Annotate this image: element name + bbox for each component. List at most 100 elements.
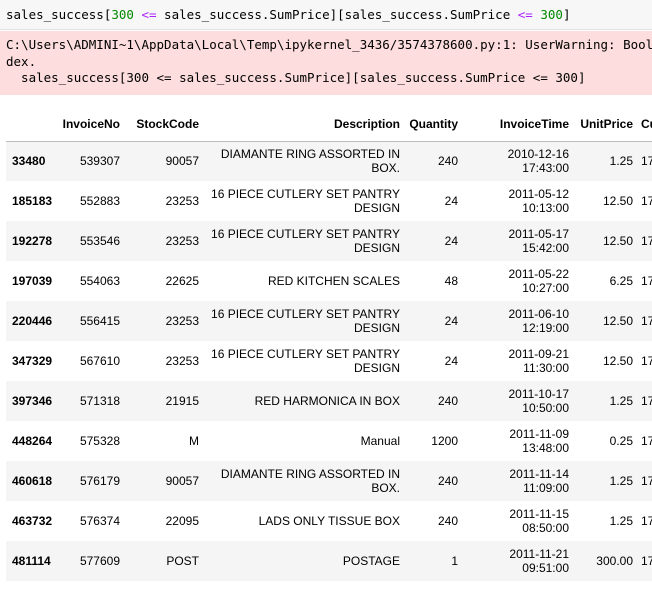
table-cell: 2011-06-10 12:19:00 bbox=[508, 307, 570, 335]
row-index: 448264 bbox=[12, 434, 53, 448]
row-index: 460618 bbox=[12, 474, 53, 488]
table-cell: 2011-10-17 10:50:00 bbox=[508, 387, 570, 415]
table-cell: LADS ONLY TISSUE BOX bbox=[258, 514, 400, 528]
table-cell: 22625 bbox=[165, 274, 199, 288]
table-cell: 300.00 bbox=[596, 554, 633, 568]
table-cell: 24 bbox=[444, 354, 458, 368]
table-cell: 240 bbox=[437, 394, 458, 408]
table-cell: 17511 bbox=[641, 234, 652, 248]
table-cell: 1.25 bbox=[609, 394, 633, 408]
table-cell: 576179 bbox=[79, 474, 120, 488]
table-cell: 1.25 bbox=[609, 154, 633, 169]
row-index: 192278 bbox=[12, 234, 53, 248]
code-token: sales_success[ bbox=[6, 7, 112, 22]
table-cell: 17511 bbox=[641, 434, 652, 448]
table-cell: 240 bbox=[437, 154, 458, 169]
table-cell: 554063 bbox=[79, 274, 120, 288]
table-cell: 240 bbox=[437, 474, 458, 488]
column-header-stockcode: StockCode bbox=[124, 108, 203, 142]
table-cell: 571318 bbox=[79, 394, 120, 408]
table-cell: 12.50 bbox=[602, 354, 633, 368]
table-cell: 16 PIECE CUTLERY SET PANTRY DESIGN bbox=[211, 347, 400, 375]
table-cell: 12.50 bbox=[602, 194, 633, 208]
index-header bbox=[6, 108, 58, 142]
table-cell: RED HARMONICA IN BOX bbox=[254, 394, 400, 408]
table-cell: 22095 bbox=[165, 514, 199, 528]
table-cell: DIAMANTE RING ASSORTED IN BOX. bbox=[220, 467, 400, 495]
row-index: 347329 bbox=[12, 354, 53, 368]
warning-text: C:\Users\ADMINI~1\AppData\Local\Temp\ipy… bbox=[6, 37, 652, 85]
table-cell: 576374 bbox=[79, 514, 120, 528]
table-cell: 23253 bbox=[165, 354, 199, 368]
table-cell: 6.25 bbox=[609, 274, 633, 288]
table-cell: 17511 bbox=[641, 154, 652, 169]
table-cell: M bbox=[189, 434, 199, 448]
table-row: 397346 571318 21915 RED HARMONICA IN BOX 240… bbox=[6, 381, 652, 421]
table-cell: 17511 bbox=[641, 314, 652, 328]
table-cell: 0.25 bbox=[609, 434, 633, 448]
table-row: 33480 539307 90057 DIAMANTE RING ASSORTED I… bbox=[6, 141, 652, 181]
table-body: 33480 539307 90057 DIAMANTE RING ASSORTED I… bbox=[6, 141, 652, 581]
table-header-row: InvoiceNo StockCode Description Quantity… bbox=[6, 108, 652, 142]
table-cell: 2011-11-14 11:09:00 bbox=[509, 467, 569, 495]
code-token: 300 bbox=[540, 7, 563, 22]
table-cell: 2010-12-16 17:43:00 bbox=[507, 147, 569, 176]
table-cell: 1.25 bbox=[609, 474, 633, 488]
table-row: 460618 576179 90057 DIAMANTE RING ASSORTED … bbox=[6, 461, 652, 501]
row-index: 185183 bbox=[12, 194, 53, 208]
row-index: 397346 bbox=[12, 394, 53, 408]
code-token: ] bbox=[562, 7, 571, 22]
table-row: 463732 576374 22095 LADS ONLY TISSUE BOX 240… bbox=[6, 501, 652, 541]
table-cell: 24 bbox=[444, 194, 458, 208]
table-cell: 23253 bbox=[165, 194, 199, 208]
table-cell: 17511 bbox=[641, 394, 652, 408]
column-header-customerid: CustomerID bbox=[637, 108, 652, 142]
table-row: 197039 554063 22625 RED KITCHEN SCALES 48 201… bbox=[6, 261, 652, 301]
table-cell: 2011-11-15 08:50:00 bbox=[509, 507, 569, 535]
table-cell: 539307 bbox=[79, 154, 120, 169]
column-header-unitprice: UnitPrice bbox=[573, 108, 637, 142]
table-cell: 17511 bbox=[641, 274, 652, 288]
table-cell: 240 bbox=[437, 514, 458, 528]
table-cell: 2011-05-22 10:27:00 bbox=[508, 267, 570, 295]
row-index: 463732 bbox=[12, 514, 53, 528]
table-cell: 2011-05-12 10:13:00 bbox=[508, 187, 570, 215]
table-cell: 17511 bbox=[641, 194, 652, 208]
column-header-description: Description bbox=[203, 108, 404, 142]
table-cell: 16 PIECE CUTLERY SET PANTRY DESIGN bbox=[211, 307, 400, 335]
table-cell: RED KITCHEN SCALES bbox=[267, 274, 400, 288]
table-cell: 16 PIECE CUTLERY SET PANTRY DESIGN bbox=[211, 187, 400, 215]
dataframe-output: InvoiceNo StockCode Description Quantity… bbox=[6, 108, 652, 581]
table-cell: 1.25 bbox=[609, 514, 633, 528]
code-token: 300 bbox=[111, 7, 134, 22]
code-cell[interactable]: sales_success[300 <= sales_success.SumPr… bbox=[0, 0, 652, 30]
table-cell: 12.50 bbox=[602, 314, 633, 328]
table-cell: 17511 bbox=[641, 514, 652, 528]
table-cell: 2011-11-21 09:51:00 bbox=[509, 547, 569, 575]
table-cell: 567610 bbox=[79, 354, 120, 368]
row-index: 33480 bbox=[12, 154, 46, 169]
table-cell: 556415 bbox=[79, 314, 120, 328]
table-cell: Manual bbox=[360, 434, 400, 448]
table-cell: 553546 bbox=[79, 234, 120, 248]
table-cell: 17511 bbox=[641, 474, 652, 488]
table-row: 220446 556415 23253 16 PIECE CUTLERY SET PA… bbox=[6, 301, 652, 341]
column-header-invoiceno: InvoiceNo bbox=[58, 108, 124, 142]
column-header-invoicetime: InvoiceTime bbox=[462, 108, 573, 142]
table-cell: 575328 bbox=[79, 434, 120, 448]
row-index: 197039 bbox=[12, 274, 53, 288]
table-row: 192278 553546 23253 16 PIECE CUTLERY SET PA… bbox=[6, 221, 652, 261]
dataframe-table: InvoiceNo StockCode Description Quantity… bbox=[6, 108, 652, 581]
table-cell: 16 PIECE CUTLERY SET PANTRY DESIGN bbox=[211, 227, 400, 255]
table-cell: 17511 bbox=[641, 354, 652, 368]
row-index: 481114 bbox=[12, 554, 51, 568]
table-cell: POST bbox=[166, 554, 199, 568]
table-cell: 2011-09-21 11:30:00 bbox=[508, 347, 570, 375]
code-input-line[interactable]: sales_success[300 <= sales_success.SumPr… bbox=[6, 7, 570, 22]
table-cell: 1 bbox=[451, 554, 458, 568]
warning-output: C:\Users\ADMINI~1\AppData\Local\Temp\ipy… bbox=[0, 31, 652, 95]
table-row: 448264 575328 M Manual 1200 2011-11-09 13:48:… bbox=[6, 421, 652, 461]
table-row: 481114 577609 POST POSTAGE 1 2011-11-21 09:51… bbox=[6, 541, 652, 581]
table-cell: 23253 bbox=[165, 234, 199, 248]
table-cell: DIAMANTE RING ASSORTED IN BOX. bbox=[220, 147, 400, 176]
